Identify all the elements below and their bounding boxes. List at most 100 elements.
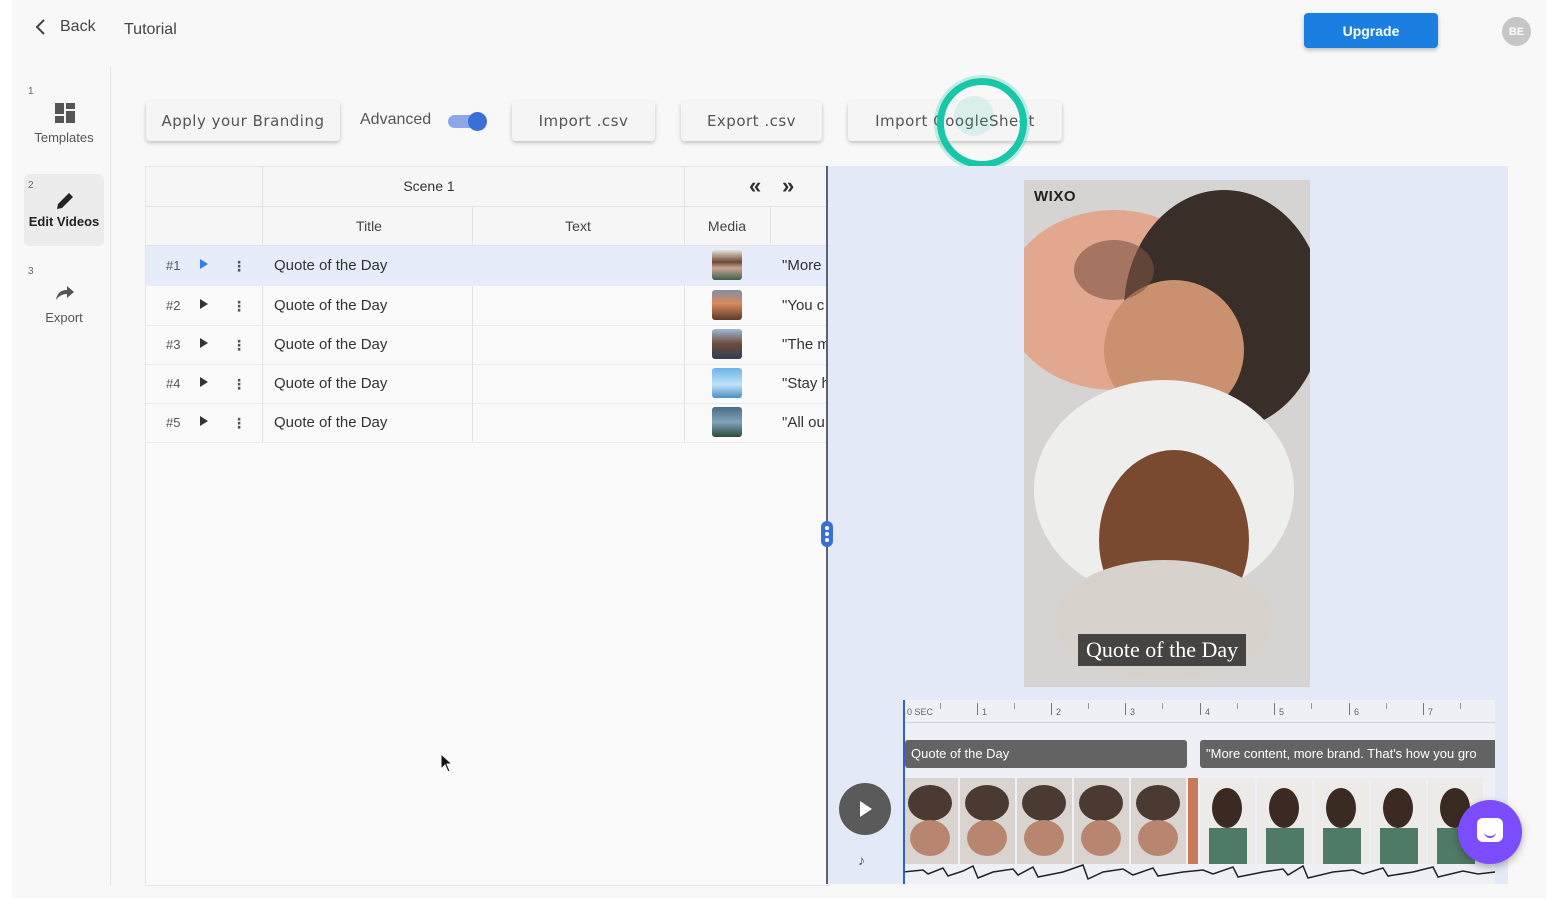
audio-waveform xyxy=(903,864,1495,881)
back-label: Back xyxy=(60,18,96,35)
ruler-tick xyxy=(1274,703,1275,715)
timeline-clip-title[interactable]: Quote of the Day xyxy=(905,740,1187,768)
sidebar-step-edit-videos[interactable]: 2 Edit Videos xyxy=(24,174,104,246)
ruler-tick xyxy=(1423,703,1424,715)
row-quote[interactable]: "More xyxy=(782,257,828,274)
step-number: 3 xyxy=(28,266,34,277)
chevron-left-icon xyxy=(35,19,45,35)
video-frame-image xyxy=(1024,180,1310,687)
table-row[interactable]: #2 ⋮ Quote of the Day "You c xyxy=(146,286,828,326)
row-menu-icon[interactable]: ⋮ xyxy=(232,298,246,315)
column-text: Text xyxy=(565,218,591,234)
table-row[interactable]: #1 ⋮ Quote of the Day "More xyxy=(146,246,828,286)
row-title[interactable]: Quote of the Day xyxy=(274,375,387,392)
step-label: Templates xyxy=(34,130,94,145)
ruler-tick xyxy=(1311,703,1312,709)
ruler-tick xyxy=(1162,703,1163,709)
ruler-label: 5 xyxy=(1279,707,1285,717)
scene-label: Scene 1 xyxy=(403,178,455,194)
row-menu-icon[interactable]: ⋮ xyxy=(232,415,246,432)
share-icon xyxy=(56,286,74,300)
ruler-tick xyxy=(1386,703,1387,709)
row-quote[interactable]: "The m xyxy=(782,336,828,353)
handle-dot xyxy=(825,532,829,536)
ruler-label: 7 xyxy=(1428,707,1434,717)
back-button[interactable]: Back xyxy=(32,18,96,36)
row-title[interactable]: Quote of the Day xyxy=(274,336,387,353)
row-menu-icon[interactable]: ⋮ xyxy=(232,337,246,354)
prev-scene-icon[interactable]: « xyxy=(749,173,761,199)
sidebar: 1 Templates 2 Edit Videos 3 Export xyxy=(12,66,111,886)
row-title[interactable]: Quote of the Day xyxy=(274,257,387,274)
brand-logo: WIXO xyxy=(1034,188,1076,205)
media-thumbnail[interactable] xyxy=(712,290,742,320)
column-title: Title xyxy=(356,218,382,234)
row-title[interactable]: Quote of the Day xyxy=(274,414,387,431)
timeline-ruler: 0 SEC 1 2 3 4 5 6 7 xyxy=(903,700,1495,723)
play-button[interactable] xyxy=(839,783,891,835)
apply-branding-button[interactable]: Apply your Branding xyxy=(146,101,340,141)
table-row[interactable]: #3 ⋮ Quote of the Day "The m xyxy=(146,325,828,365)
row-menu-icon[interactable]: ⋮ xyxy=(232,258,246,275)
ruler-tick xyxy=(977,703,978,715)
row-menu-icon[interactable]: ⋮ xyxy=(232,376,246,393)
row-number: #4 xyxy=(166,376,181,391)
avatar[interactable]: BE xyxy=(1502,17,1531,46)
resize-handle[interactable] xyxy=(821,521,833,547)
upgrade-button[interactable]: Upgrade xyxy=(1304,13,1438,48)
sidebar-step-export[interactable]: 3 Export xyxy=(24,266,104,336)
media-thumbnail[interactable] xyxy=(712,368,742,398)
step-label: Edit Videos xyxy=(28,214,100,229)
media-thumbnail[interactable] xyxy=(712,329,742,359)
play-row-icon[interactable] xyxy=(200,416,208,426)
ruler-label: 2 xyxy=(1056,707,1062,717)
video-thumbnail-strip xyxy=(903,778,1483,864)
handle-dot xyxy=(825,538,829,542)
ruler-tick xyxy=(1237,703,1238,709)
page-title: Tutorial xyxy=(124,21,177,38)
ruler-tick xyxy=(1088,703,1089,709)
media-thumbnail[interactable] xyxy=(712,250,742,280)
mouse-cursor-icon xyxy=(440,753,454,773)
step-number: 2 xyxy=(28,180,34,191)
row-quote[interactable]: "You c xyxy=(782,297,828,314)
ruler-label: 4 xyxy=(1205,707,1211,717)
sidebar-step-templates[interactable]: 1 Templates xyxy=(24,86,104,156)
video-preview[interactable]: WIXO Quote of the Day xyxy=(1024,180,1310,687)
music-note-icon[interactable]: ♪ xyxy=(858,852,865,868)
ruler-tick xyxy=(1200,703,1201,715)
table-row[interactable]: #5 ⋮ Quote of the Day "All ou xyxy=(146,403,828,443)
import-csv-button[interactable]: Import .csv xyxy=(512,101,655,141)
play-row-icon[interactable] xyxy=(200,377,208,387)
advanced-label: Advanced xyxy=(360,111,432,128)
row-quote[interactable]: "Stay h xyxy=(782,375,828,392)
grid-icon xyxy=(55,103,75,123)
ruler-label: 6 xyxy=(1354,707,1360,717)
handle-dot xyxy=(825,526,829,530)
advanced-toggle[interactable] xyxy=(448,112,488,131)
ruler-tick xyxy=(1349,703,1350,715)
step-label: Export xyxy=(45,310,83,325)
timeline[interactable]: 0 SEC 1 2 3 4 5 6 7 Quote of the Day "Mo… xyxy=(903,700,1495,884)
ruler-tick xyxy=(1460,703,1461,709)
video-caption: Quote of the Day xyxy=(1078,634,1247,666)
play-row-icon[interactable] xyxy=(200,259,208,269)
ruler-tick xyxy=(940,703,941,709)
ruler-label: 3 xyxy=(1130,707,1136,717)
row-quote[interactable]: "All ou xyxy=(782,414,828,431)
pencil-icon xyxy=(57,193,73,209)
media-thumbnail[interactable] xyxy=(712,407,742,437)
timeline-playhead[interactable] xyxy=(903,700,905,884)
divider xyxy=(770,207,771,245)
step-number: 1 xyxy=(28,86,34,97)
timeline-clip-quote[interactable]: "More content, more brand. That's how yo… xyxy=(1200,740,1495,768)
row-number: #1 xyxy=(166,258,181,273)
row-number: #5 xyxy=(166,415,181,430)
table-row[interactable]: #4 ⋮ Quote of the Day "Stay h xyxy=(146,364,828,404)
play-row-icon[interactable] xyxy=(200,299,208,309)
export-csv-button[interactable]: Export .csv xyxy=(681,101,822,141)
play-row-icon[interactable] xyxy=(200,338,208,348)
next-scene-icon[interactable]: » xyxy=(782,173,794,199)
row-title[interactable]: Quote of the Day xyxy=(274,297,387,314)
chat-widget-button[interactable] xyxy=(1458,800,1522,864)
